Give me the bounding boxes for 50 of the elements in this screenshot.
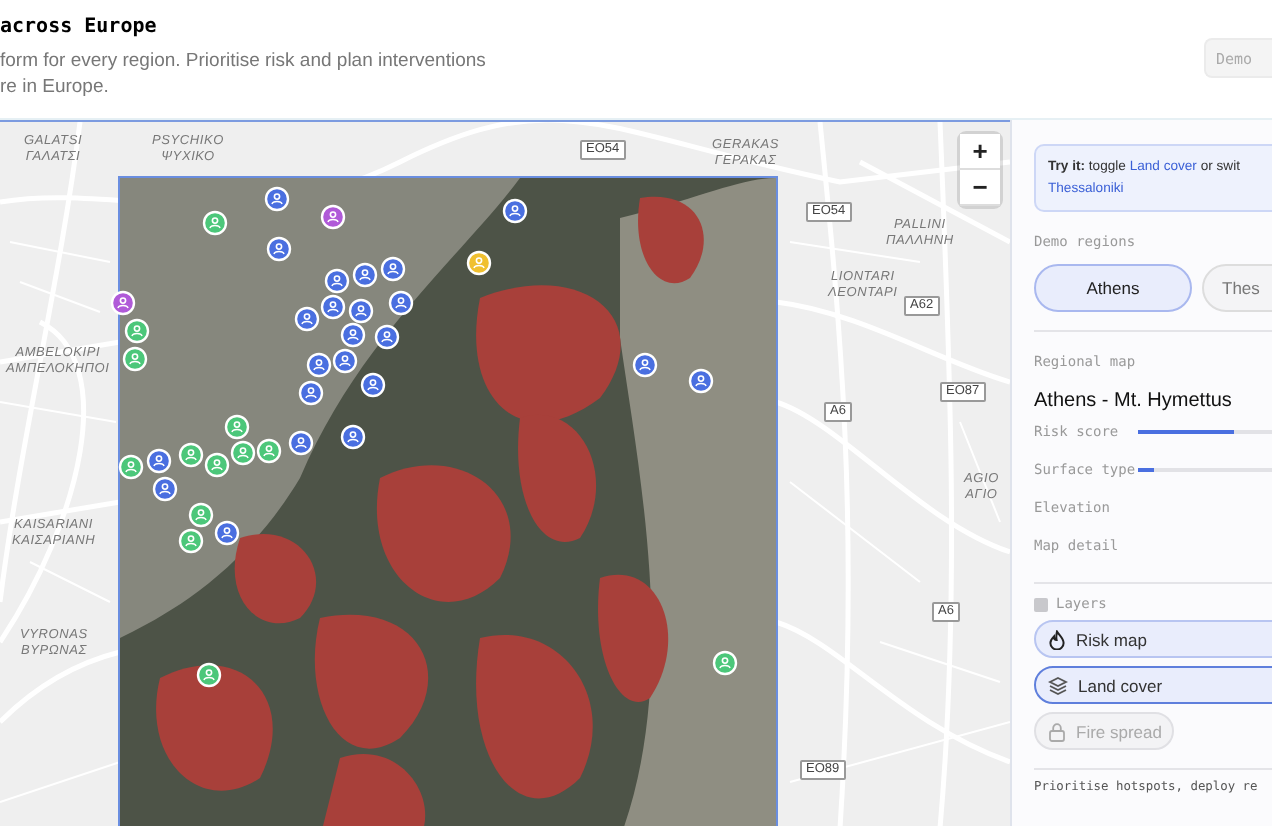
map-marker[interactable] <box>204 452 230 478</box>
map-marker[interactable] <box>306 352 332 378</box>
map-marker[interactable] <box>118 454 144 480</box>
map-marker[interactable] <box>688 368 714 394</box>
map-marker[interactable] <box>388 290 414 316</box>
layer-toggle[interactable]: Risk map <box>1034 620 1272 658</box>
map-marker[interactable] <box>224 414 250 440</box>
map-marker[interactable] <box>360 372 386 398</box>
map-marker[interactable] <box>502 198 528 224</box>
map-marker[interactable] <box>320 204 346 230</box>
flame-icon <box>1048 629 1066 649</box>
map-marker[interactable] <box>202 210 228 236</box>
map-marker[interactable] <box>178 442 204 468</box>
region-title: Athens - Mt. Hymettus <box>1034 390 1234 412</box>
map-marker[interactable] <box>320 294 346 320</box>
map-marker[interactable] <box>214 520 240 546</box>
map-marker[interactable] <box>178 528 204 554</box>
map-marker[interactable] <box>340 424 366 450</box>
page-title: across Europe <box>0 16 159 38</box>
map-marker[interactable] <box>152 476 178 502</box>
map-marker[interactable] <box>466 250 492 276</box>
subtitle-text: re in Europe. <box>0 74 111 100</box>
map-marker[interactable] <box>380 256 406 282</box>
map-marker[interactable] <box>348 298 374 324</box>
map-marker[interactable] <box>110 290 136 316</box>
zoom-in-button[interactable]: + <box>960 134 1000 170</box>
map-marker[interactable] <box>352 262 378 288</box>
map-marker[interactable] <box>324 268 350 294</box>
lock-icon <box>1048 721 1066 741</box>
map-marker[interactable] <box>374 324 400 350</box>
map-marker[interactable] <box>632 352 658 378</box>
map-marker[interactable] <box>256 438 282 464</box>
map-marker[interactable] <box>298 380 324 406</box>
map-marker[interactable] <box>196 662 222 688</box>
map-marker[interactable] <box>288 430 314 456</box>
map-marker[interactable] <box>230 440 256 466</box>
region-tab[interactable]: Athens <box>1034 264 1192 312</box>
region-tab[interactable]: Thes <box>1202 264 1272 312</box>
map-marker[interactable] <box>188 502 214 528</box>
map-marker[interactable] <box>340 322 366 348</box>
map-marker[interactable] <box>124 318 150 344</box>
map-marker[interactable] <box>264 186 290 212</box>
map-marker[interactable] <box>122 346 148 372</box>
map-marker[interactable] <box>146 448 172 474</box>
map-marker[interactable] <box>712 650 738 676</box>
map-marker[interactable] <box>266 236 292 262</box>
map-marker[interactable] <box>294 306 320 332</box>
subtitle-text: form for every region. Prioritise risk and plan interventions <box>0 48 486 74</box>
map-marker[interactable] <box>332 348 358 374</box>
layer-toggle[interactable]: Land cover <box>1034 666 1272 704</box>
